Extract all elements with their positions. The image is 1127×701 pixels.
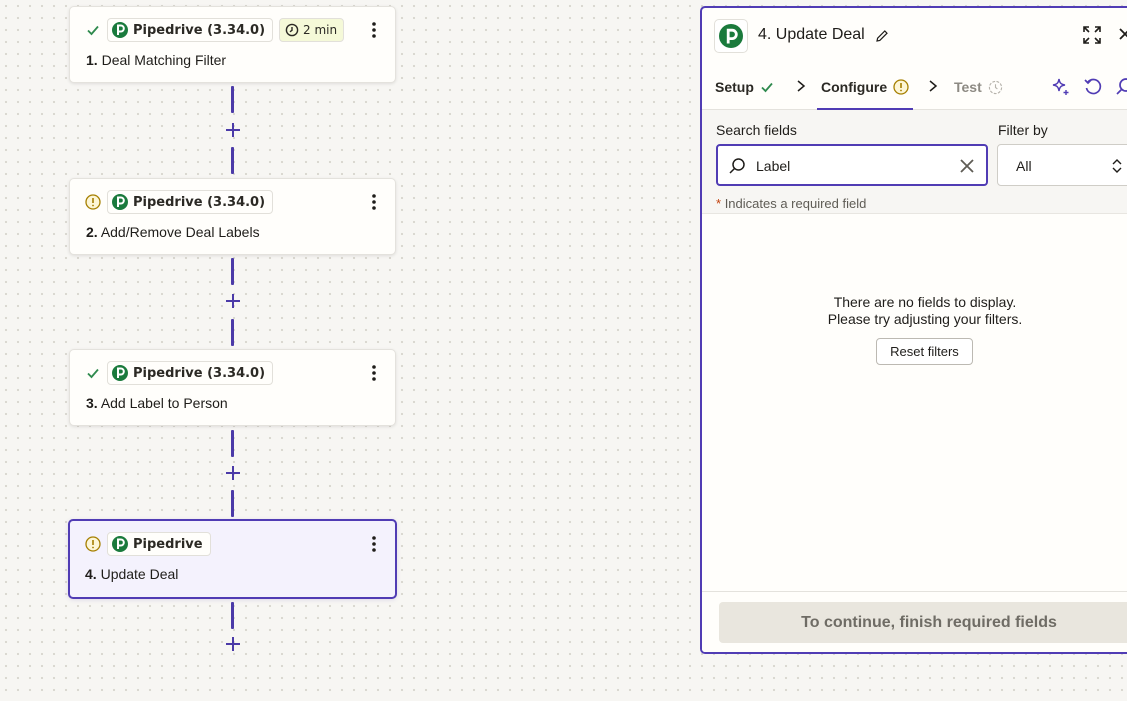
undo-icon[interactable] — [1082, 76, 1104, 98]
empty-state: There are no fields to display. Please t… — [702, 294, 1127, 328]
panel-footer: To continue, finish required fields — [702, 591, 1127, 652]
expand-icon[interactable] — [1082, 25, 1104, 47]
app-chip: Pipedrive (3.34.0) — [107, 190, 274, 214]
app-chip: Pipedrive (3.34.0) — [107, 361, 274, 385]
check-icon — [85, 365, 101, 381]
app-chip: Pipedrive (3.34.0) — [107, 18, 274, 42]
step-title-text: Add Label to Person — [100, 395, 228, 411]
empty-state-line-1: There are no fields to display. — [833, 294, 1017, 310]
connector-line — [231, 602, 234, 629]
clock-icon — [285, 23, 299, 37]
chevron-right-icon — [929, 80, 938, 92]
filter-by-value: All — [1016, 158, 1032, 174]
empty-state-line-2: Please try adjusting your filters. — [827, 311, 1023, 327]
duration-label: 2 min — [303, 23, 338, 37]
more-options-icon[interactable] — [367, 191, 381, 213]
app-chip-label: Pipedrive (3.34.0) — [133, 365, 266, 381]
step-title: 2. Add/Remove Deal Labels — [86, 224, 260, 240]
search-fields-field[interactable] — [716, 144, 988, 186]
step-card-4[interactable]: Pipedrive 4. Update Deal — [68, 519, 397, 599]
more-options-icon[interactable] — [367, 362, 381, 384]
warning-icon — [85, 536, 101, 552]
tab-label: Configure — [821, 79, 888, 95]
tab-label: Setup — [715, 79, 754, 95]
add-step-plus-icon[interactable] — [222, 290, 243, 311]
ai-sparkle-icon[interactable] — [1050, 76, 1072, 98]
field-filter-area: Search fields Filter by All * Indicates … — [702, 110, 1127, 214]
connector-line — [231, 86, 234, 113]
canvas-bottom-edge — [0, 697, 1127, 701]
connector-line — [231, 430, 234, 457]
required-star: * — [716, 196, 722, 211]
connector-line — [231, 258, 234, 285]
app-badge — [714, 19, 748, 53]
step-title-text: Add/Remove Deal Labels — [100, 224, 260, 240]
app-chip-label: Pipedrive (3.34.0) — [133, 194, 266, 210]
tab-label: Test — [954, 79, 982, 95]
panel-title: 4. Update Deal — [758, 26, 865, 43]
step-title: 1. Deal Matching Filter — [86, 52, 226, 68]
step-number: 3. — [86, 395, 98, 411]
app-chip: Pipedrive — [107, 532, 211, 556]
step-card-1[interactable]: Pipedrive (3.34.0) 2 min 1. Deal Matchin… — [69, 6, 396, 83]
tab-configure[interactable]: Configure — [816, 64, 914, 110]
step-editor-panel: 4. Update Deal Setup Configure Test Sear… — [700, 6, 1127, 654]
check-icon — [85, 22, 101, 38]
reset-filters-button[interactable]: Reset filters — [876, 338, 973, 365]
tab-setup[interactable]: Setup — [715, 64, 774, 110]
step-title-text: Update Deal — [100, 566, 179, 582]
connector-line — [231, 490, 234, 517]
filter-by-select[interactable]: All — [997, 144, 1127, 186]
more-options-icon[interactable] — [367, 533, 381, 555]
updown-chevron-icon — [1112, 159, 1122, 173]
add-step-plus-icon[interactable] — [222, 462, 243, 483]
required-note-text: Indicates a required field — [724, 196, 867, 211]
warning-icon — [893, 79, 909, 95]
connector-line — [231, 147, 234, 174]
search-fields-input[interactable] — [756, 156, 946, 176]
search-icon[interactable] — [1114, 76, 1127, 98]
pipedrive-logo-icon — [112, 536, 128, 552]
more-options-icon[interactable] — [367, 19, 381, 41]
search-icon — [728, 157, 746, 175]
step-number: 4. — [85, 566, 97, 582]
connector-line — [231, 319, 234, 346]
app-chip-label: Pipedrive — [133, 536, 203, 552]
filter-by-label: Filter by — [998, 122, 1048, 138]
edit-title-pencil-icon[interactable] — [875, 28, 891, 44]
tab-test[interactable]: Test — [954, 64, 1003, 110]
pipedrive-logo-icon — [112, 22, 128, 38]
panel-tabs: Setup Configure Test — [702, 64, 1127, 110]
search-fields-label: Search fields — [716, 122, 797, 138]
step-card-3[interactable]: Pipedrive (3.34.0) 3. Add Label to Perso… — [69, 349, 396, 426]
continue-button[interactable]: To continue, finish required fields — [719, 602, 1127, 643]
warning-icon — [85, 194, 101, 210]
duration-badge: 2 min — [279, 18, 345, 42]
app-chip-label: Pipedrive (3.34.0) — [133, 22, 266, 38]
pipedrive-logo-icon — [112, 365, 128, 381]
clear-search-icon[interactable] — [958, 157, 976, 175]
pipedrive-logo-icon — [112, 194, 128, 210]
step-number: 2. — [86, 224, 98, 240]
close-icon[interactable] — [1117, 26, 1127, 44]
add-step-plus-icon[interactable] — [222, 119, 243, 140]
step-card-2[interactable]: Pipedrive (3.34.0) 2. Add/Remove Deal La… — [69, 178, 396, 255]
required-note: * Indicates a required field — [716, 196, 866, 211]
panel-header: 4. Update Deal — [702, 8, 1127, 64]
step-title-text: Deal Matching Filter — [101, 52, 227, 68]
step-title: 4. Update Deal — [85, 566, 178, 582]
chevron-right-icon — [797, 80, 806, 92]
step-number: 1. — [86, 52, 98, 68]
check-icon — [760, 80, 774, 94]
pipedrive-logo-icon — [719, 24, 743, 48]
step-title: 3. Add Label to Person — [86, 395, 228, 411]
timer-icon — [988, 80, 1003, 95]
add-step-plus-icon[interactable] — [222, 633, 243, 654]
